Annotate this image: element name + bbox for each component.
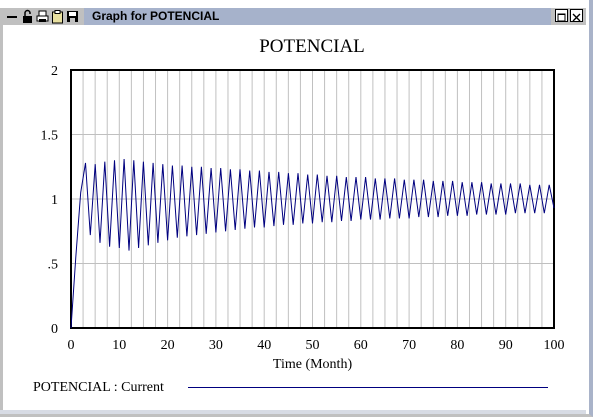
x-tick-label: 80 — [450, 338, 464, 353]
x-tick-label: 20 — [161, 338, 175, 353]
y-tick-label: 1 — [51, 193, 58, 208]
x-tick-label: 90 — [499, 338, 513, 353]
chart-grid — [71, 70, 554, 328]
y-tick-label: 1.5 — [41, 129, 59, 144]
x-tick-label: 40 — [257, 338, 271, 353]
x-axis-label: Time (Month) — [273, 357, 353, 372]
x-tick-label: 30 — [209, 338, 223, 353]
y-tick-label: 2 — [51, 64, 58, 79]
x-tick-label: 50 — [306, 338, 320, 353]
x-tick-labels: 0 10 20 30 40 50 60 70 80 90 100 — [68, 338, 565, 353]
x-tick-label: 100 — [544, 338, 565, 353]
legend-entry-label: POTENCIAL : Current — [33, 380, 164, 395]
x-tick-label: 0 — [68, 338, 75, 353]
x-tick-label: 10 — [112, 338, 126, 353]
line-chart: 0 .5 1 1.5 2 0 10 20 30 40 50 60 70 80 90 100 Time (Mo… — [41, 64, 565, 372]
y-tick-label: 0 — [51, 322, 58, 337]
x-tick-label: 70 — [402, 338, 416, 353]
x-tick-label: 60 — [354, 338, 368, 353]
y-tick-labels: 0 .5 1 1.5 2 — [41, 64, 59, 337]
y-tick-label: .5 — [48, 258, 59, 273]
legend-line-swatch — [188, 387, 548, 388]
window-bottom-edge — [0, 410, 586, 414]
